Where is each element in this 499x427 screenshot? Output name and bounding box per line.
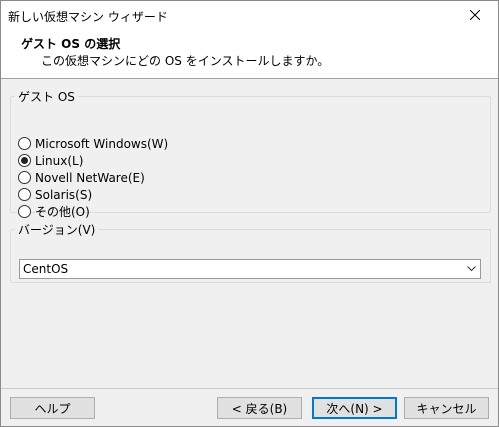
radio-novell-netware[interactable]: Novell NetWare(E) (18, 169, 145, 186)
guest-os-legend: ゲスト OS (18, 90, 75, 104)
radio-label: Microsoft Windows(W) (35, 136, 169, 151)
help-button[interactable]: ヘルプ (10, 397, 95, 419)
radio-microsoft-windows[interactable]: Microsoft Windows(W) (18, 135, 168, 152)
page-subtitle: この仮想マシンにどの OS をインストールしますか。 (41, 54, 330, 68)
wizard-header: ゲスト OS の選択 この仮想マシンにどの OS をインストールしますか。 (1, 30, 498, 79)
radio-other[interactable]: その他(O) (18, 203, 90, 220)
version-select-value: CentOS (23, 262, 69, 276)
radio-button[interactable] (18, 188, 31, 201)
title-bar[interactable]: 新しい仮想マシン ウィザード (1, 1, 498, 30)
wizard-window: 新しい仮想マシン ウィザード ゲスト OS の選択 この仮想マシンにどの OS … (0, 0, 499, 427)
chevron-down-icon[interactable] (462, 260, 480, 278)
close-icon (469, 9, 481, 23)
radio-button[interactable] (18, 154, 31, 167)
window-title: 新しい仮想マシン ウィザード (8, 10, 168, 24)
footer-divider (1, 388, 498, 389)
radio-label: その他(O) (35, 205, 90, 219)
radio-button[interactable] (18, 171, 31, 184)
close-button[interactable] (452, 1, 498, 30)
page-title: ゲスト OS の選択 (21, 37, 121, 51)
version-group: バージョン(V) CentOS (10, 221, 491, 283)
radio-linux[interactable]: Linux(L) (18, 152, 83, 169)
radio-button[interactable] (18, 137, 31, 150)
radio-label: Novell NetWare(E) (35, 170, 145, 185)
radio-label: Linux(L) (35, 153, 84, 168)
cancel-button[interactable]: キャンセル (404, 397, 489, 419)
version-legend: バージョン(V) (18, 223, 96, 237)
radio-label: Solaris(S) (35, 187, 93, 202)
radio-button[interactable] (18, 205, 31, 218)
back-button[interactable]: < 戻る(B) (217, 397, 302, 419)
next-button[interactable]: 次へ(N) > (312, 397, 397, 419)
version-select[interactable]: CentOS (19, 259, 481, 279)
radio-solaris[interactable]: Solaris(S) (18, 186, 92, 203)
guest-os-group: ゲスト OS Microsoft Windows(W) Linux(L) Nov… (10, 88, 491, 219)
